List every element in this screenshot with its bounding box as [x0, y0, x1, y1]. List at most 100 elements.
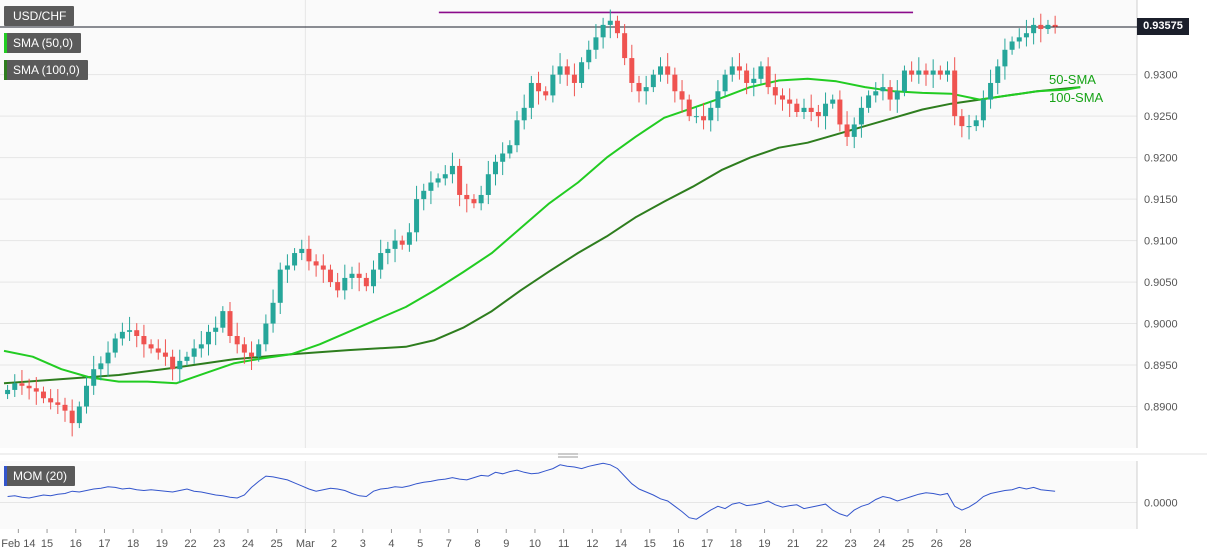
symbol-legend[interactable]: USD/CHF: [4, 6, 75, 26]
candle-body: [449, 165, 455, 175]
price-tick-label: 0.9300: [1144, 70, 1178, 82]
candle-body: [557, 66, 563, 75]
time-tick-label: 15: [644, 538, 656, 550]
candle-body: [492, 161, 498, 175]
candle-body: [378, 253, 384, 270]
candle-body: [500, 153, 506, 162]
candle-body: [787, 99, 793, 104]
time-tick-label: 18: [127, 538, 139, 550]
candle-body: [923, 70, 929, 75]
candle-body: [371, 269, 377, 287]
candle-body: [1031, 24, 1037, 34]
panel-resize-handle[interactable]: [558, 453, 578, 458]
candle-body: [586, 49, 592, 63]
price-axis[interactable]: 0.8900 0.8950 0.9000 0.9050 0.9100 0.9150 0.92…: [1144, 70, 1178, 414]
candle-body: [428, 182, 434, 191]
candle-body: [191, 348, 197, 357]
candle-body: [335, 282, 341, 291]
time-tick-label: 28: [959, 538, 971, 550]
momentum-legend[interactable]: MOM (20): [4, 466, 75, 486]
candle-body: [349, 273, 355, 278]
price-tick-label: 0.9100: [1144, 236, 1178, 248]
time-tick-label: 16: [672, 538, 684, 550]
candle-body: [234, 336, 240, 345]
candle-body: [701, 116, 707, 121]
candle-body: [521, 107, 527, 121]
time-tick-label: 17: [98, 538, 110, 550]
candle-body: [622, 33, 628, 59]
time-tick-label: 25: [902, 538, 914, 550]
time-tick-label: 4: [388, 538, 394, 550]
candle-body: [141, 336, 147, 345]
candle-body: [830, 99, 836, 104]
time-tick-label: 8: [474, 538, 480, 550]
candle-body: [91, 369, 97, 386]
time-tick-label: Mar: [296, 538, 315, 550]
time-tick-label: 23: [213, 538, 225, 550]
candle-body: [385, 248, 391, 254]
time-tick-label: 19: [156, 538, 168, 550]
candle-body: [866, 95, 872, 108]
candle-body: [177, 360, 183, 370]
candle-body: [650, 74, 656, 88]
candle-body: [600, 24, 606, 38]
candle-body: [19, 383, 25, 386]
candle-body: [952, 70, 958, 117]
candle-body: [794, 103, 800, 112]
candle-body: [758, 66, 764, 79]
time-tick-label: 2: [331, 538, 337, 550]
candle-body: [299, 248, 305, 254]
candle-body: [69, 410, 75, 424]
price-tick-label: 0.8950: [1144, 360, 1178, 372]
candle-body: [399, 240, 405, 245]
candle-body: [851, 124, 857, 137]
time-tick-label: Feb 14: [1, 538, 35, 550]
candle-body: [170, 356, 176, 370]
candle-body: [26, 385, 32, 389]
price-chart[interactable]: 0.8900 0.8950 0.9000 0.9050 0.9100 0.9150 0.92…: [0, 0, 1207, 555]
candle-body: [457, 165, 463, 195]
candle-body: [880, 87, 886, 92]
candle-body: [729, 66, 735, 75]
candle-body: [84, 385, 90, 407]
candle-body: [478, 194, 484, 204]
candle-body: [406, 232, 412, 245]
time-tick-label: 18: [730, 538, 742, 550]
candle-body: [751, 78, 757, 83]
candle-body: [62, 404, 68, 411]
candle-body: [930, 70, 936, 75]
sma50-legend[interactable]: SMA (50,0): [4, 33, 82, 53]
candle-body: [1016, 37, 1022, 42]
candle-body: [543, 91, 549, 96]
momentum-axis[interactable]: 0.0000: [1144, 498, 1178, 510]
candle-body: [658, 66, 664, 75]
candle-body: [808, 107, 814, 112]
candle-body: [33, 388, 39, 392]
time-axis[interactable]: Feb 14 15 16 17 18 19 22 23 24 25 Mar 2 3 4 5 7 8 9 10 11 12…: [1, 529, 972, 550]
candle-body: [442, 174, 448, 179]
candle-body: [320, 265, 326, 270]
price-tick-label: 0.9000: [1144, 319, 1178, 331]
candle-body: [464, 194, 470, 200]
sma100-legend[interactable]: SMA (100,0): [4, 60, 88, 80]
candle-body: [127, 330, 133, 332]
candle-body: [112, 338, 118, 353]
time-tick-label: 21: [787, 538, 799, 550]
momentum-panel-bg: [0, 461, 1137, 529]
candle-body: [614, 20, 620, 34]
candle-body: [306, 248, 312, 262]
time-tick-label: 15: [41, 538, 53, 550]
candle-body: [162, 352, 168, 357]
candle-body: [241, 344, 247, 353]
time-tick-label: 16: [70, 538, 82, 550]
time-tick-label: 25: [271, 538, 283, 550]
candle-body: [571, 74, 577, 83]
candle-body: [227, 311, 233, 336]
sma100-legend-swatch: [4, 60, 7, 80]
candle-body: [765, 66, 771, 88]
candle-body: [270, 302, 276, 324]
candle-body: [220, 311, 226, 328]
candle-body: [995, 66, 1001, 83]
time-tick-label: 24: [242, 538, 254, 550]
candle-body: [801, 107, 807, 112]
